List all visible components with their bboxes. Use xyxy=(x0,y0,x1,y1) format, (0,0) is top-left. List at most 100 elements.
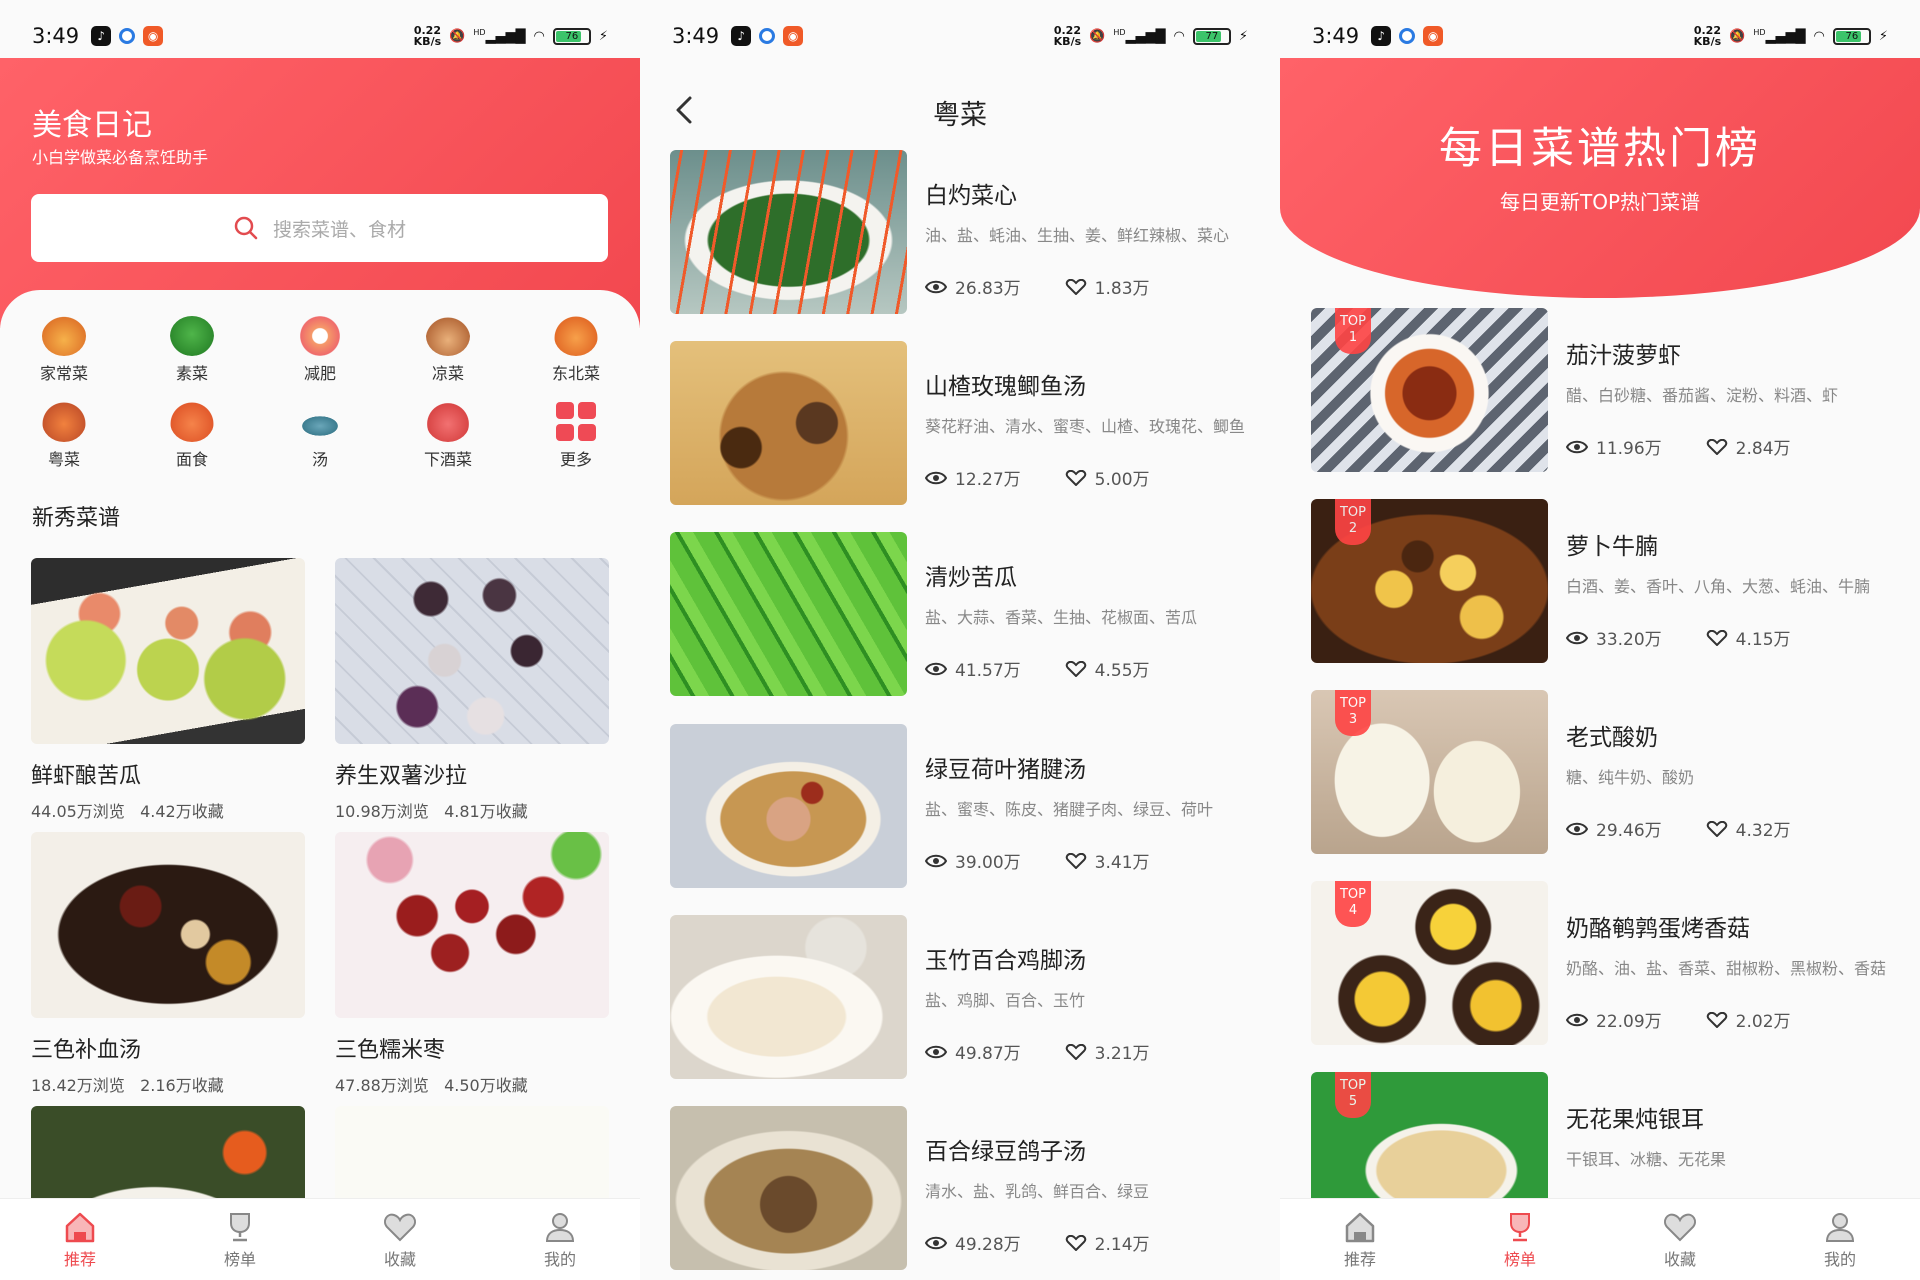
category-tang[interactable]: 汤 xyxy=(256,402,384,470)
recipe-ingredients: 盐、鸡脚、百合、玉竹 xyxy=(925,991,1086,1010)
ranking-item[interactable]: TOP 2 萝卜牛腩 白酒、姜、香叶、八角、大葱、蚝油、牛腩 33.20万 4.1… xyxy=(1311,499,1901,665)
battery-icon: 76 xyxy=(1832,27,1871,45)
category-liangcai[interactable]: 凉菜 xyxy=(384,316,512,384)
recipe-image-potato-salad xyxy=(335,558,609,744)
salad-bowl-icon xyxy=(426,316,470,356)
eye-icon xyxy=(1566,822,1588,835)
list-item[interactable]: 清炒苦瓜 盐、大蒜、香菜、生抽、花椒面、苦瓜 41.57万 4.55万 xyxy=(670,532,1260,698)
eye-icon xyxy=(1566,631,1588,644)
category-yuecai[interactable]: 粤菜 xyxy=(0,402,128,470)
recipe-image-fish-soup xyxy=(670,341,907,505)
status-bar: 3:49 ♪ ◉ 0.22 KB/s 🔕 HD▂▄▆█ ◠ 76 ⚡ xyxy=(0,0,640,72)
ranking-item[interactable]: TOP 4 奶酪鹌鹑蛋烤香菇 奶酪、油、盐、香菜、甜椒粉、黑椒粉、香菇 22.09… xyxy=(1311,881,1901,1047)
cantonese-bowl-icon xyxy=(42,402,86,442)
eye-icon xyxy=(1566,1013,1588,1026)
recipe-name: 养生双薯沙拉 xyxy=(335,764,468,789)
tiktok-icon: ♪ xyxy=(1371,26,1392,46)
recipe-stats: 41.57万 4.55万 xyxy=(925,656,1150,681)
list-item[interactable]: 百合绿豆鸽子汤 清水、盐、乳鸽、鲜百合、绿豆 49.28万 2.14万 xyxy=(670,1106,1260,1272)
ranking-item[interactable]: TOP 1 茄汁菠萝虾 醋、白砂糖、番茄酱、淀粉、料酒、虾 11.96万 2.84… xyxy=(1311,308,1901,474)
recipe-name: 茄汁菠萝虾 xyxy=(1566,343,1681,369)
recipe-image-pigeon-soup xyxy=(670,1106,907,1270)
tab-mine[interactable]: 我的 xyxy=(1760,1199,1920,1280)
recipe-name: 清炒苦瓜 xyxy=(925,565,1017,591)
tiktok-icon: ♪ xyxy=(91,26,112,46)
home-icon xyxy=(1345,1212,1375,1242)
wifi-icon: ◠ xyxy=(1813,28,1825,44)
category-mianshi[interactable]: 面食 xyxy=(128,402,256,470)
ranking-item[interactable]: TOP 3 老式酸奶 糖、纯牛奶、酸奶 29.46万 4.32万 xyxy=(1311,690,1901,856)
status-bar: 3:49 ♪ ◉ 0.22 KB/s 🔕 HD▂▄▆█ ◠ 77 ⚡ xyxy=(640,0,1280,72)
list-item[interactable]: 山楂玫瑰鲫鱼汤 葵花籽油、清水、蜜枣、山楂、玫瑰花、鲫鱼 12.27万 5.00… xyxy=(670,341,1260,507)
browser-icon xyxy=(759,28,776,44)
list-item[interactable]: 白灼菜心 油、盐、蚝油、生抽、姜、鲜红辣椒、菜心 26.83万 1.83万 xyxy=(670,150,1260,316)
recipe-stats: 49.87万 3.21万 xyxy=(925,1039,1150,1064)
recipe-name: 百合绿豆鸽子汤 xyxy=(925,1139,1086,1165)
recipe-name: 绿豆荷叶猪腱汤 xyxy=(925,757,1086,783)
recipe-image-chicken-feet-soup xyxy=(670,915,907,1079)
tab-recommend[interactable]: 推荐 xyxy=(1280,1199,1440,1280)
trophy-icon xyxy=(230,1212,250,1241)
donut-icon xyxy=(298,316,342,356)
list-item[interactable]: 玉竹百合鸡脚汤 盐、鸡脚、百合、玉竹 49.87万 3.21万 xyxy=(670,915,1260,1081)
wifi-icon: ◠ xyxy=(533,28,545,44)
tab-recommend[interactable]: 推荐 xyxy=(0,1199,160,1280)
category-list-screen: 3:49 ♪ ◉ 0.22 KB/s 🔕 HD▂▄▆█ ◠ 77 ⚡ 粤菜 白灼菜… xyxy=(640,0,1280,1280)
recipe-card[interactable]: 养生双薯沙拉 10.98万浏览 4.81万收藏 xyxy=(335,558,609,822)
tab-ranking[interactable]: 榜单 xyxy=(1440,1199,1600,1280)
tab-favorites[interactable]: 收藏 xyxy=(320,1199,480,1280)
signal-icon: HD▂▄▆█ xyxy=(1753,27,1806,45)
recipe-stats: 22.09万 2.02万 xyxy=(1566,1007,1791,1032)
category-jiachangcai[interactable]: 家常菜 xyxy=(0,316,128,384)
eye-icon xyxy=(925,854,947,867)
list-item[interactable]: 绿豆荷叶猪腱汤 盐、蜜枣、陈皮、猪腱子肉、绿豆、荷叶 39.00万 3.41万 xyxy=(670,724,1260,890)
home-hero xyxy=(0,58,640,328)
recipe-ingredients: 盐、蜜枣、陈皮、猪腱子肉、绿豆、荷叶 xyxy=(925,800,1214,819)
eye-icon xyxy=(925,662,947,675)
recipe-ingredients: 醋、白砂糖、番茄酱、淀粉、料酒、虾 xyxy=(1566,386,1839,405)
category-dongbeicai[interactable]: 东北菜 xyxy=(512,316,640,384)
app-icon: ◉ xyxy=(143,26,164,46)
recipe-ingredients: 盐、大蒜、香菜、生抽、花椒面、苦瓜 xyxy=(925,608,1198,627)
category-jianfei[interactable]: 减肥 xyxy=(256,316,384,384)
recipe-card[interactable]: 三色糯米枣 47.88万浏览 4.50万收藏 xyxy=(335,832,609,1096)
tab-favorites[interactable]: 收藏 xyxy=(1600,1199,1760,1280)
recipe-image-bitter-gourd xyxy=(31,558,305,744)
tab-mine[interactable]: 我的 xyxy=(480,1199,640,1280)
battery-icon: 77 xyxy=(1192,27,1231,45)
network-speed: 0.22 KB/s xyxy=(1053,24,1082,48)
recipe-ingredients: 清水、盐、乳鸽、鲜百合、绿豆 xyxy=(925,1182,1150,1201)
recipe-card[interactable]: 三色补血汤 18.42万浏览 2.16万收藏 xyxy=(31,832,305,1096)
category-xiajiucai[interactable]: 下酒菜 xyxy=(384,402,512,470)
recipe-name: 无花果炖银耳 xyxy=(1566,1107,1704,1133)
browser-icon xyxy=(1399,28,1416,44)
category-more[interactable]: 更多 xyxy=(512,402,640,470)
drink-icon xyxy=(426,402,470,442)
recipe-name: 鲜虾酿苦瓜 xyxy=(31,764,142,789)
recipe-stats: 29.46万 4.32万 xyxy=(1566,816,1791,841)
roast-chicken-icon xyxy=(554,316,598,356)
heart-outline-icon xyxy=(1065,1043,1086,1060)
ranking-screen: 3:49 ♪ ◉ 0.22 KB/s 🔕 HD▂▄▆█ ◠ 76 ⚡ 每日菜谱热门… xyxy=(1280,0,1920,1280)
category-sucai[interactable]: 素菜 xyxy=(128,316,256,384)
rank-badge: TOP 5 xyxy=(1335,1072,1371,1118)
recipe-card[interactable]: 鲜虾酿苦瓜 44.05万浏览 4.42万收藏 xyxy=(31,558,305,822)
recipe-image-choy-sum xyxy=(670,150,907,314)
recipe-stats: 39.00万 3.41万 xyxy=(925,848,1150,873)
eye-icon xyxy=(1566,440,1588,453)
ranking-subtitle: 每日更新TOP热门菜谱 xyxy=(1499,190,1701,214)
tab-ranking[interactable]: 榜单 xyxy=(160,1199,320,1280)
heart-icon xyxy=(384,1213,416,1241)
search-input[interactable]: 搜索菜谱、食材 xyxy=(31,194,608,262)
recipe-meta: 44.05万浏览 4.42万收藏 xyxy=(31,802,224,821)
recipe-ingredients: 干银耳、冰糖、无花果 xyxy=(1566,1150,1727,1169)
recipe-stats: 33.20万 4.15万 xyxy=(1566,625,1791,650)
back-arrow-icon[interactable] xyxy=(670,90,700,130)
recipe-ingredients: 白酒、姜、香叶、八角、大葱、蚝油、牛腩 xyxy=(1566,577,1871,596)
recipe-name: 玉竹百合鸡脚汤 xyxy=(925,948,1086,974)
recipe-stats: 26.83万 1.83万 xyxy=(925,274,1150,299)
network-speed: 0.22 KB/s xyxy=(1693,24,1722,48)
heart-outline-icon xyxy=(1065,278,1086,295)
mute-icon: 🔕 xyxy=(1729,28,1746,44)
rank-badge: TOP 4 xyxy=(1335,881,1371,927)
